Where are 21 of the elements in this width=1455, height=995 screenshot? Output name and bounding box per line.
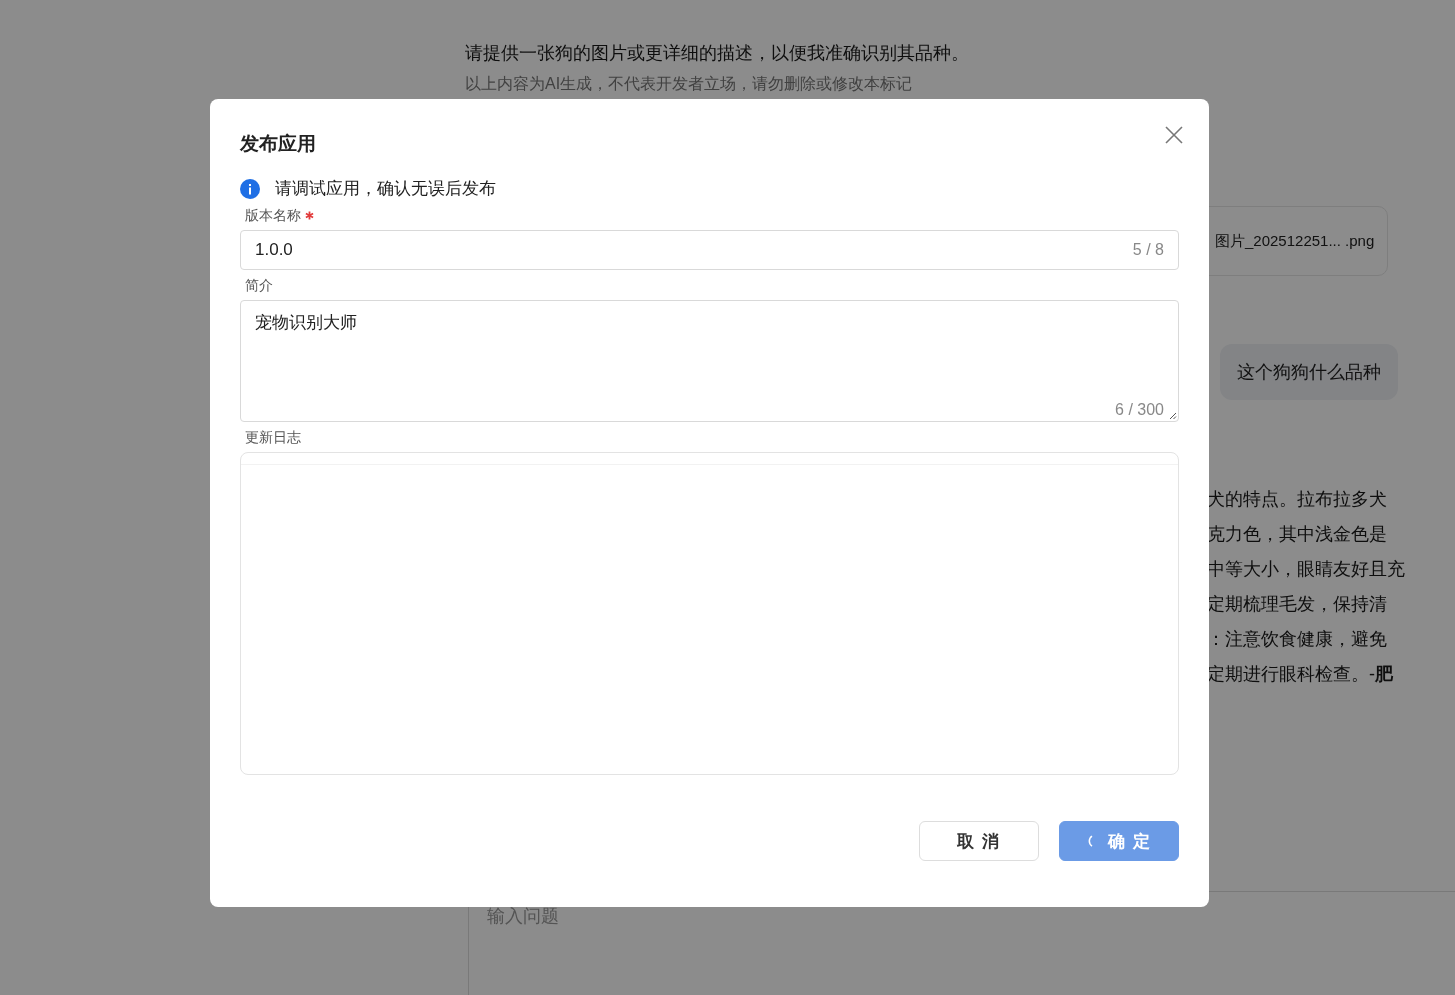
answer-text: 犬的特点。拉布拉多犬	[1207, 488, 1388, 511]
answer-text: 克力色，其中浅金色是	[1207, 523, 1388, 546]
field-label: 版本名称	[245, 206, 301, 224]
info-icon	[240, 178, 260, 199]
description-field[interactable]: 宠物识别大师 6 / 300	[240, 300, 1179, 422]
answer-text: ：注意饮食健康，避免	[1207, 628, 1388, 651]
user-message: 这个狗狗什么品种	[1220, 344, 1398, 400]
cancel-button[interactable]: 取 消	[919, 821, 1039, 861]
notice-text: 请调试应用，确认无误后发布	[275, 178, 496, 200]
version-field[interactable]: 1.0.0 5 / 8	[240, 230, 1179, 270]
char-count: 5 / 8	[1132, 241, 1164, 259]
dialog-title: 发布应用	[240, 132, 316, 156]
field-value: 宠物识别大师	[255, 313, 357, 332]
close-icon[interactable]	[1165, 126, 1183, 144]
field-value: 1.0.0	[255, 240, 293, 260]
ai-notice: 以上内容为AI生成，不代表开发者立场，请勿删除或修改本标记	[465, 74, 914, 94]
field-label: 简介	[245, 276, 273, 294]
resize-grip-icon[interactable]	[1169, 412, 1177, 420]
field-label: 更新日志	[245, 428, 301, 446]
reply-text: 请提供一张狗的图片或更详细的描述，以便我准确识别其品种。	[465, 42, 970, 65]
char-count: 6 / 300	[1115, 401, 1164, 419]
